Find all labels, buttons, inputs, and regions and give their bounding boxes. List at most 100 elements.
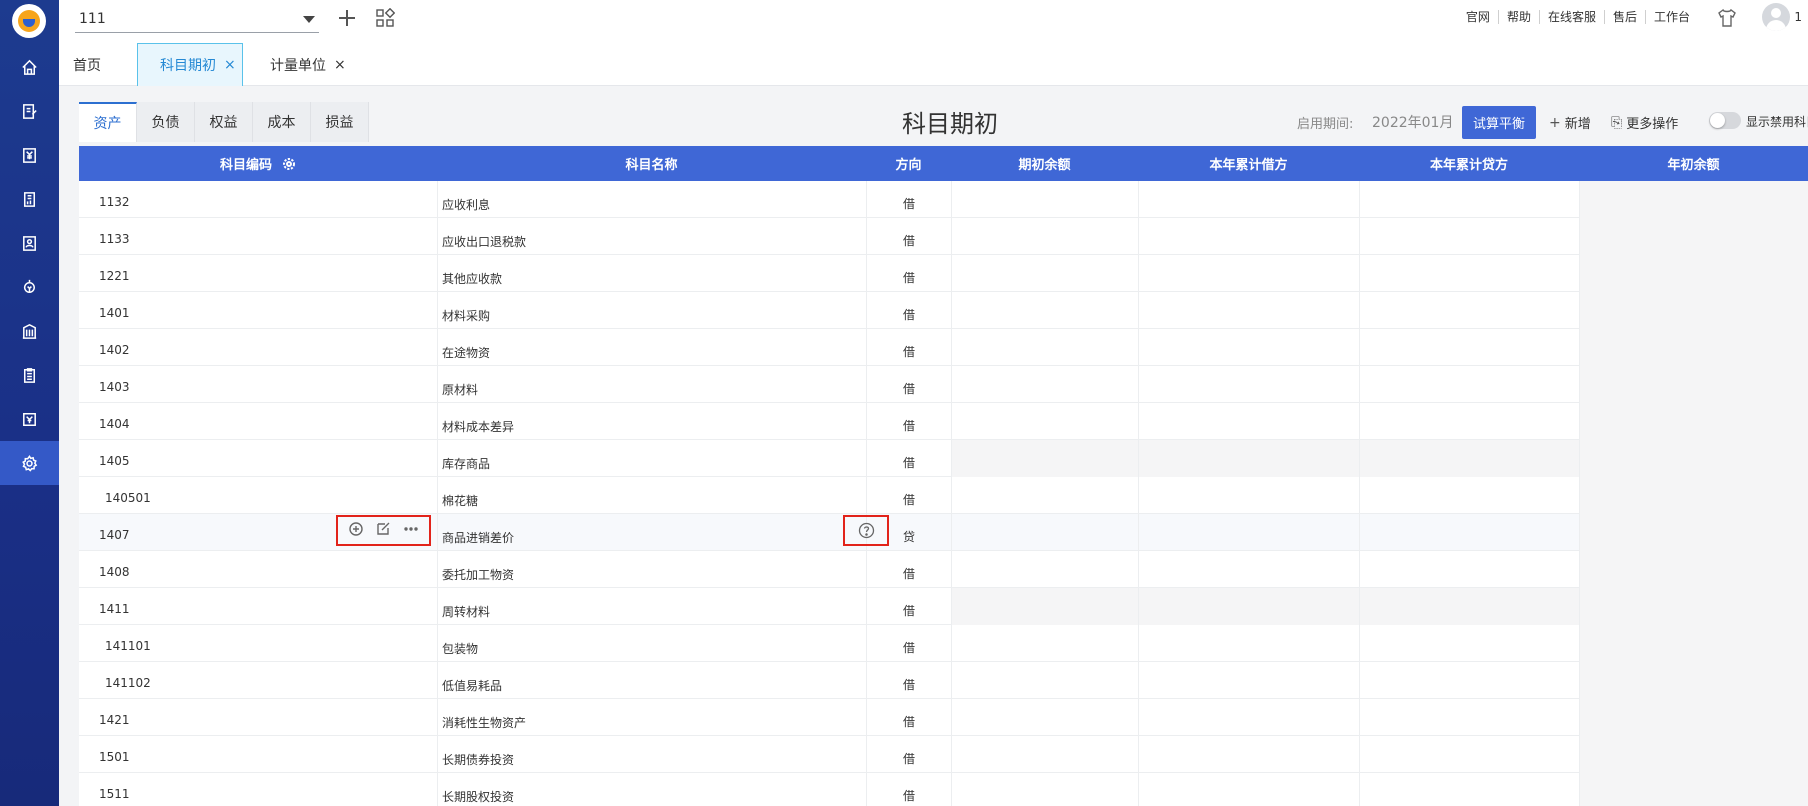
org-select[interactable]: 111 bbox=[75, 6, 319, 33]
table-row[interactable]: 141101 包装物借 bbox=[79, 625, 1808, 662]
table-row[interactable]: 1132 应收利息借 bbox=[79, 181, 1808, 218]
table-row[interactable]: 1401 材料采购借 bbox=[79, 292, 1808, 329]
cell-year-credit[interactable] bbox=[1359, 588, 1579, 625]
cell-year-credit[interactable] bbox=[1359, 181, 1579, 218]
cell-opening-balance[interactable] bbox=[951, 551, 1138, 588]
cell-year-credit[interactable] bbox=[1359, 329, 1579, 366]
cell-year-debit[interactable] bbox=[1138, 699, 1359, 736]
more-dots-icon[interactable] bbox=[403, 521, 419, 541]
tab-cost[interactable]: 成本 bbox=[253, 102, 311, 142]
report-icon[interactable] bbox=[0, 177, 59, 221]
cell-year-credit[interactable] bbox=[1359, 736, 1579, 773]
cell-opening-balance[interactable] bbox=[951, 514, 1138, 551]
cell-year-credit[interactable] bbox=[1359, 551, 1579, 588]
cell-year-credit[interactable] bbox=[1359, 440, 1579, 477]
cell-year-credit[interactable] bbox=[1359, 773, 1579, 806]
table-row[interactable]: 1411 周转材料借 bbox=[79, 588, 1808, 625]
asset-icon[interactable] bbox=[0, 265, 59, 309]
tab-measure-unit[interactable]: 计量单位 × bbox=[270, 43, 360, 86]
table-row[interactable]: 1405 库存商品借 bbox=[79, 440, 1808, 477]
table-row[interactable]: 1402 在途物资借 bbox=[79, 329, 1808, 366]
cell-year-debit[interactable] bbox=[1138, 218, 1359, 255]
cell-year-debit[interactable] bbox=[1138, 551, 1359, 588]
cell-year-debit[interactable] bbox=[1138, 662, 1359, 699]
staff-icon[interactable] bbox=[0, 221, 59, 265]
cell-year-credit[interactable] bbox=[1359, 625, 1579, 662]
invoice-icon[interactable] bbox=[0, 397, 59, 441]
help-question-icon[interactable] bbox=[843, 515, 889, 546]
link-after-sales[interactable]: 售后 bbox=[1603, 10, 1645, 24]
cell-year-debit[interactable] bbox=[1138, 403, 1359, 440]
plus-icon[interactable] bbox=[335, 6, 359, 30]
home-icon[interactable] bbox=[0, 45, 59, 89]
table-row[interactable]: 1501 长期债券投资借 bbox=[79, 736, 1808, 773]
cell-year-credit[interactable] bbox=[1359, 218, 1579, 255]
cell-opening-balance[interactable] bbox=[951, 625, 1138, 662]
cell-opening-balance[interactable] bbox=[951, 329, 1138, 366]
cell-opening-balance[interactable] bbox=[951, 255, 1138, 292]
show-disabled-toggle[interactable] bbox=[1709, 112, 1741, 129]
tab-equity[interactable]: 权益 bbox=[195, 102, 253, 142]
table-row[interactable]: 1408 委托加工物资借 bbox=[79, 551, 1808, 588]
link-help[interactable]: 帮助 bbox=[1497, 10, 1539, 24]
cell-year-debit[interactable] bbox=[1138, 625, 1359, 662]
user-name[interactable]: 1 bbox=[1794, 10, 1802, 24]
yuan-ledger-icon[interactable] bbox=[0, 133, 59, 177]
cell-opening-balance[interactable] bbox=[951, 440, 1138, 477]
gear-icon[interactable] bbox=[282, 157, 296, 171]
cell-opening-balance[interactable] bbox=[951, 662, 1138, 699]
cell-year-debit[interactable] bbox=[1138, 181, 1359, 218]
cell-year-debit[interactable] bbox=[1138, 773, 1359, 806]
cell-year-debit[interactable] bbox=[1138, 477, 1359, 514]
cell-year-debit[interactable] bbox=[1138, 588, 1359, 625]
cell-year-debit[interactable] bbox=[1138, 736, 1359, 773]
edit-icon[interactable] bbox=[375, 521, 391, 541]
cell-year-debit[interactable] bbox=[1138, 440, 1359, 477]
apps-grid-icon[interactable] bbox=[375, 7, 396, 28]
cell-year-debit[interactable] bbox=[1138, 514, 1359, 551]
cell-opening-balance[interactable] bbox=[951, 403, 1138, 440]
more-actions-button[interactable]: ⎘ 更多操作 bbox=[1611, 113, 1678, 133]
cell-year-debit[interactable] bbox=[1138, 329, 1359, 366]
table-row[interactable]: 1511 长期股权投资借 bbox=[79, 773, 1808, 806]
chevron-down-icon[interactable] bbox=[303, 16, 315, 23]
cell-year-debit[interactable] bbox=[1138, 292, 1359, 329]
tab-profit-loss[interactable]: 损益 bbox=[311, 102, 369, 142]
cell-year-debit[interactable] bbox=[1138, 255, 1359, 292]
table-row[interactable]: 1133 应收出口退税款借 bbox=[79, 218, 1808, 255]
link-workbench[interactable]: 工作台 bbox=[1644, 10, 1698, 24]
tab-assets[interactable]: 资产 bbox=[79, 102, 137, 142]
cell-year-credit[interactable] bbox=[1359, 292, 1579, 329]
cell-opening-balance[interactable] bbox=[951, 773, 1138, 806]
table-row[interactable]: 141102 低值易耗品借 bbox=[79, 662, 1808, 699]
cell-year-debit[interactable] bbox=[1138, 366, 1359, 403]
avatar[interactable] bbox=[1762, 3, 1790, 31]
add-button[interactable]: + 新增 bbox=[1549, 113, 1591, 133]
cell-opening-balance[interactable] bbox=[951, 181, 1138, 218]
add-child-icon[interactable] bbox=[348, 521, 364, 541]
table-row[interactable]: 1221 其他应收款借 bbox=[79, 255, 1808, 292]
cell-opening-balance[interactable] bbox=[951, 699, 1138, 736]
cell-year-credit[interactable] bbox=[1359, 662, 1579, 699]
cell-opening-balance[interactable] bbox=[951, 736, 1138, 773]
cell-opening-balance[interactable] bbox=[951, 292, 1138, 329]
skin-shirt-icon[interactable] bbox=[1716, 7, 1738, 29]
link-online-service[interactable]: 在线客服 bbox=[1538, 10, 1604, 24]
cell-opening-balance[interactable] bbox=[951, 477, 1138, 514]
close-icon[interactable]: × bbox=[224, 57, 236, 73]
tab-subject-opening[interactable]: 科目期初 × bbox=[137, 43, 243, 86]
cell-year-credit[interactable] bbox=[1359, 514, 1579, 551]
cell-year-credit[interactable] bbox=[1359, 403, 1579, 440]
tab-home[interactable]: 首页 bbox=[73, 43, 113, 86]
settings-icon[interactable] bbox=[0, 441, 59, 485]
cell-opening-balance[interactable] bbox=[951, 588, 1138, 625]
clipboard-icon[interactable] bbox=[0, 353, 59, 397]
cell-year-credit[interactable] bbox=[1359, 699, 1579, 736]
voucher-icon[interactable] bbox=[0, 89, 59, 133]
cell-opening-balance[interactable] bbox=[951, 218, 1138, 255]
cell-opening-balance[interactable] bbox=[951, 366, 1138, 403]
table-row[interactable]: 1421 消耗性生物资产借 bbox=[79, 699, 1808, 736]
app-logo[interactable] bbox=[12, 4, 46, 38]
table-row[interactable]: 1403 原材料借 bbox=[79, 366, 1808, 403]
cell-year-credit[interactable] bbox=[1359, 477, 1579, 514]
